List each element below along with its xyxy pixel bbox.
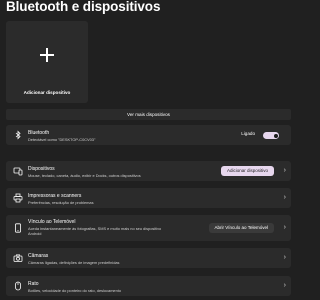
- bluetooth-row: Bluetooth Detectável como "DESKTOP-C0CV0…: [6, 125, 291, 145]
- mouse-row[interactable]: Rato Botões, velocidade do ponteiro do r…: [6, 276, 291, 296]
- bluetooth-toggle-label: Ligado: [241, 131, 255, 136]
- chevron-right-icon: ›: [283, 282, 286, 289]
- chevron-right-icon: ›: [283, 194, 286, 201]
- printers-row[interactable]: Impressoras e scanners Preferências, res…: [6, 188, 291, 208]
- printer-icon: [13, 193, 23, 203]
- cameras-subtitle: Câmaras ligadas, definições de imagem pr…: [28, 259, 120, 265]
- mouse-title: Rato: [28, 281, 39, 287]
- chevron-right-icon: ›: [283, 224, 286, 231]
- toggle-knob: [273, 133, 278, 138]
- cameras-title: Câmaras: [28, 253, 49, 259]
- phone-link-row[interactable]: Vínculo ao Telemóvel Aceda instantaneame…: [6, 215, 291, 241]
- plus-icon: [40, 48, 54, 62]
- printers-title: Impressoras e scanners: [28, 193, 82, 199]
- view-more-devices-button[interactable]: Ver mais dispositivos: [6, 109, 291, 120]
- phone-icon: [13, 223, 23, 233]
- add-device-label: Adicionar dispositivo: [23, 90, 71, 95]
- camera-icon: [13, 253, 23, 263]
- devices-subtitle: Mouse, teclado, caneta, áudio, exibir e …: [28, 172, 141, 178]
- open-phone-link-button[interactable]: Abrir Vínculo ao Telemóvel: [208, 223, 274, 233]
- chevron-right-icon: ›: [283, 254, 286, 261]
- printers-subtitle: Preferências, resolução de problemas: [28, 199, 94, 205]
- devices-icon: [13, 166, 23, 176]
- chevron-right-icon: ›: [283, 167, 286, 174]
- mouse-subtitle: Botões, velocidade do ponteiro do rato, …: [28, 287, 122, 293]
- phone-link-subtitle-line2: Android: [28, 230, 42, 236]
- bluetooth-toggle[interactable]: [263, 132, 279, 139]
- bluetooth-subtitle: Detectável como "DESKTOP-C0CV03": [28, 136, 96, 142]
- devices-row[interactable]: Dispositivos Mouse, teclado, caneta, áud…: [6, 161, 291, 181]
- mouse-icon: [13, 281, 23, 291]
- add-device-button[interactable]: Adicionar dispositivo: [220, 166, 274, 176]
- cameras-row[interactable]: Câmaras Câmaras ligadas, definições de i…: [6, 248, 291, 268]
- devices-title: Dispositivos: [28, 166, 55, 172]
- add-device-card[interactable]: Adicionar dispositivo: [6, 21, 88, 103]
- bluetooth-title: Bluetooth: [28, 130, 50, 136]
- bluetooth-icon: [13, 130, 23, 140]
- page-title: Bluetooth e dispositivos: [6, 0, 161, 14]
- phone-link-title: Vínculo ao Telemóvel: [28, 219, 76, 225]
